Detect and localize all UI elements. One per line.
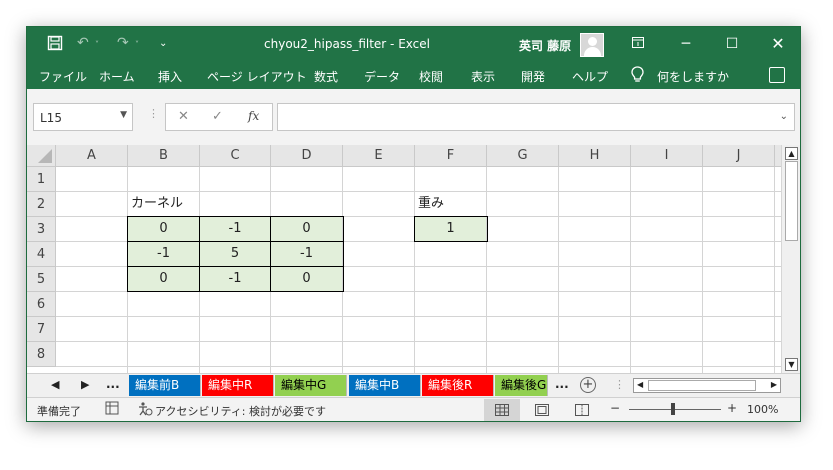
tab-splitter[interactable]: ⋮ bbox=[614, 378, 625, 391]
tab-prev-icon[interactable]: ◀ bbox=[51, 378, 59, 391]
menu-file[interactable]: ファイル bbox=[39, 68, 87, 85]
customize-qat-icon[interactable]: ⌄ bbox=[159, 38, 167, 49]
page-layout-view-icon[interactable] bbox=[524, 399, 560, 421]
macro-record-icon[interactable] bbox=[105, 401, 119, 418]
vertical-scrollbar[interactable]: ▲ ▼ bbox=[781, 145, 800, 373]
scroll-left-icon[interactable]: ◀ bbox=[637, 380, 643, 389]
select-all-corner[interactable] bbox=[27, 145, 56, 167]
sheet-tab[interactable]: 編集中B bbox=[349, 375, 421, 396]
accessibility-icon[interactable] bbox=[137, 401, 153, 420]
menu-home[interactable]: ホーム bbox=[99, 68, 135, 85]
insert-function-icon[interactable]: fx bbox=[248, 109, 259, 123]
row-header[interactable]: 8 bbox=[27, 342, 56, 367]
normal-view-icon[interactable] bbox=[484, 399, 520, 421]
column-header[interactable]: D bbox=[271, 145, 343, 167]
maximize-icon[interactable]: ☐ bbox=[720, 33, 744, 55]
menu-developer[interactable]: 開発 bbox=[521, 68, 545, 85]
window-title: chyou2_hipass_filter - Excel bbox=[264, 37, 430, 51]
scroll-down-icon[interactable]: ▼ bbox=[785, 358, 798, 371]
avatar[interactable] bbox=[580, 33, 604, 57]
tab-more-left[interactable]: ... bbox=[106, 377, 120, 391]
hscroll-thumb[interactable] bbox=[648, 380, 756, 391]
scroll-up-icon[interactable]: ▲ bbox=[785, 147, 798, 160]
formula-input[interactable]: ⌄ bbox=[277, 103, 795, 131]
column-header[interactable]: C bbox=[200, 145, 271, 167]
scroll-right-icon[interactable]: ▶ bbox=[771, 380, 777, 389]
weight-label: 重み bbox=[418, 196, 445, 211]
minimize-icon[interactable]: ─ bbox=[674, 33, 698, 55]
chevron-down-icon[interactable]: ▼ bbox=[120, 110, 127, 120]
redo-icon[interactable]: ↷ bbox=[117, 35, 129, 51]
row-header[interactable]: 7 bbox=[27, 317, 56, 342]
sheet-tab[interactable]: 編集前B bbox=[129, 375, 201, 396]
menu-insert[interactable]: 挿入 bbox=[158, 68, 182, 85]
status-bar: 準備完了 アクセシビリティ: 検討が必要です − + 100% bbox=[27, 397, 800, 421]
expand-formula-icon[interactable]: ⌄ bbox=[780, 111, 788, 122]
menu-page-layout[interactable]: ページ レイアウト bbox=[207, 68, 307, 85]
accessibility-status[interactable]: アクセシビリティ: 検討が必要です bbox=[155, 403, 326, 419]
tab-more-right[interactable]: ... bbox=[555, 377, 569, 391]
menu-view[interactable]: 表示 bbox=[471, 68, 495, 85]
tab-next-icon[interactable]: ▶ bbox=[81, 378, 89, 391]
column-header[interactable]: J bbox=[703, 145, 775, 167]
menu-data[interactable]: データ bbox=[364, 68, 400, 85]
column-header[interactable]: A bbox=[56, 145, 128, 167]
cancel-icon[interactable]: ✕ bbox=[178, 109, 189, 124]
tell-me-search[interactable]: 何をしますか bbox=[657, 68, 729, 85]
ready-status: 準備完了 bbox=[37, 405, 81, 418]
spreadsheet-grid[interactable]: A B C D E F G H I J 1 2 3 4 5 6 7 8 カーネル… bbox=[27, 145, 800, 373]
excel-window: ↶ ˅ ↷ ˅ ⌄ chyou2_hipass_filter - Excel 英… bbox=[26, 26, 801, 422]
column-header[interactable]: F bbox=[415, 145, 487, 167]
undo-icon[interactable]: ↶ bbox=[77, 35, 89, 51]
menu-review[interactable]: 校閲 bbox=[419, 68, 443, 85]
splitter-handle[interactable]: ⋮ bbox=[148, 107, 159, 120]
formula-buttons: ✕ ✓ fx bbox=[165, 103, 273, 131]
zoom-slider[interactable] bbox=[629, 409, 721, 410]
row-header[interactable]: 1 bbox=[27, 167, 56, 192]
column-header[interactable]: H bbox=[559, 145, 631, 167]
zoom-in-button[interactable]: + bbox=[727, 401, 737, 415]
column-header[interactable]: E bbox=[343, 145, 415, 167]
lightbulb-icon[interactable] bbox=[631, 66, 644, 84]
undo-dropdown-icon[interactable]: ˅ bbox=[95, 40, 99, 49]
column-header[interactable]: G bbox=[487, 145, 559, 167]
horizontal-scrollbar[interactable]: ◀ ▶ bbox=[633, 378, 781, 393]
scroll-thumb[interactable] bbox=[785, 161, 798, 241]
ribbon-display-icon[interactable] bbox=[626, 33, 650, 55]
sheet-tab-bar: ◀ ▶ ... 編集前B 編集中R 編集中G 編集中B 編集後R 編集後G ..… bbox=[27, 373, 800, 397]
sheet-tab[interactable]: 編集中R bbox=[202, 375, 274, 396]
column-header[interactable]: I bbox=[631, 145, 703, 167]
sheet-tab[interactable]: 編集後G bbox=[495, 375, 548, 396]
user-name[interactable]: 英司 藤原 bbox=[519, 37, 571, 54]
add-sheet-icon[interactable]: + bbox=[580, 377, 596, 393]
zoom-level[interactable]: 100% bbox=[747, 403, 778, 416]
weight-cell[interactable]: 1 bbox=[415, 217, 487, 242]
kernel-inner-borders bbox=[127, 216, 344, 292]
menu-formulas[interactable]: 数式 bbox=[314, 68, 338, 85]
row-header[interactable]: 5 bbox=[27, 267, 56, 292]
title-bar: ↶ ˅ ↷ ˅ ⌄ chyou2_hipass_filter - Excel 英… bbox=[27, 27, 800, 63]
name-box[interactable]: L15 ▼ bbox=[33, 103, 133, 131]
enter-icon[interactable]: ✓ bbox=[212, 109, 223, 124]
page-break-view-icon[interactable] bbox=[564, 399, 600, 421]
sheet-tab[interactable]: 編集中G bbox=[275, 375, 347, 396]
row-header[interactable]: 3 bbox=[27, 217, 56, 242]
column-header[interactable]: B bbox=[128, 145, 200, 167]
zoom-slider-thumb[interactable] bbox=[671, 403, 675, 415]
sheet-tab[interactable]: 編集後R bbox=[422, 375, 494, 396]
formula-bar-area: L15 ▼ ⋮ ✕ ✓ fx ⌄ bbox=[27, 89, 800, 145]
name-box-value: L15 bbox=[40, 111, 62, 125]
save-icon[interactable] bbox=[47, 35, 63, 55]
menu-bar: ファイル ホーム 挿入 ページ レイアウト 数式 データ 校閲 表示 開発 ヘル… bbox=[27, 63, 800, 89]
close-icon[interactable]: ✕ bbox=[766, 33, 790, 55]
row-header[interactable]: 6 bbox=[27, 292, 56, 317]
kernel-label: カーネル bbox=[131, 196, 184, 211]
zoom-out-button[interactable]: − bbox=[610, 401, 620, 415]
row-header[interactable]: 4 bbox=[27, 242, 56, 267]
comment-icon[interactable] bbox=[769, 67, 785, 83]
row-header[interactable]: 2 bbox=[27, 192, 56, 217]
menu-help[interactable]: ヘルプ bbox=[572, 68, 608, 85]
redo-dropdown-icon[interactable]: ˅ bbox=[135, 40, 139, 49]
